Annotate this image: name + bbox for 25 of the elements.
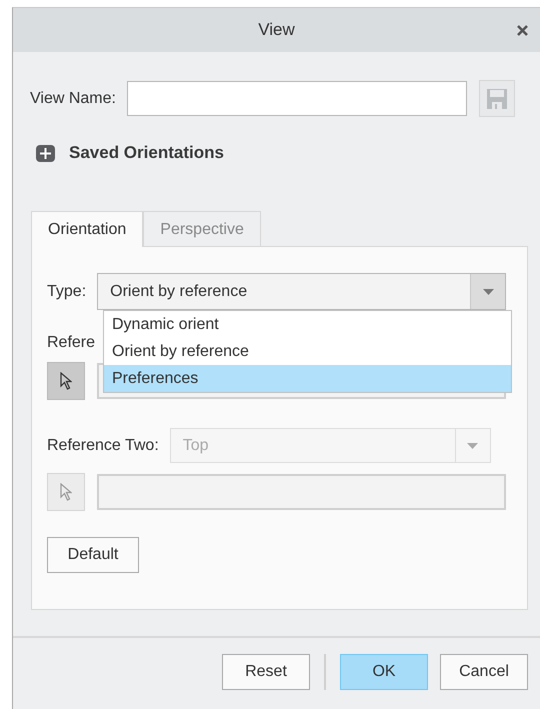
saved-orientations-header[interactable]: Saved Orientations xyxy=(69,143,224,163)
dropdown-option[interactable]: Dynamic orient xyxy=(104,311,511,338)
reference-two-label: Reference Two: xyxy=(47,436,159,454)
cursor-icon xyxy=(60,372,72,390)
tab[interactable]: Orientation xyxy=(31,211,144,247)
caret-icon xyxy=(482,288,494,294)
cursor-icon xyxy=(60,483,72,501)
save-button[interactable] xyxy=(478,80,515,117)
dialog-button[interactable]: Cancel xyxy=(440,654,528,690)
dialog-button[interactable]: OK xyxy=(340,654,428,690)
reference-one-label: Refere xyxy=(47,334,96,351)
default-button[interactable]: Default xyxy=(47,537,139,573)
type-dropdown[interactable]: Orient by reference xyxy=(97,273,506,310)
dialog-button[interactable]: Reset xyxy=(222,654,310,690)
caret-icon xyxy=(467,442,478,448)
dropdown-option[interactable]: Orient by reference xyxy=(104,338,511,365)
plus-icon[interactable] xyxy=(36,144,55,162)
type-label: Type: xyxy=(47,282,86,300)
window-title: View xyxy=(258,20,295,40)
reference-field[interactable] xyxy=(97,474,506,510)
dropdown-option[interactable]: Preferences xyxy=(104,365,511,392)
view-name-label: View Name: xyxy=(30,90,116,108)
close-icon[interactable] xyxy=(516,24,529,37)
view-name-field[interactable] xyxy=(126,81,467,116)
select-button[interactable] xyxy=(47,362,85,400)
